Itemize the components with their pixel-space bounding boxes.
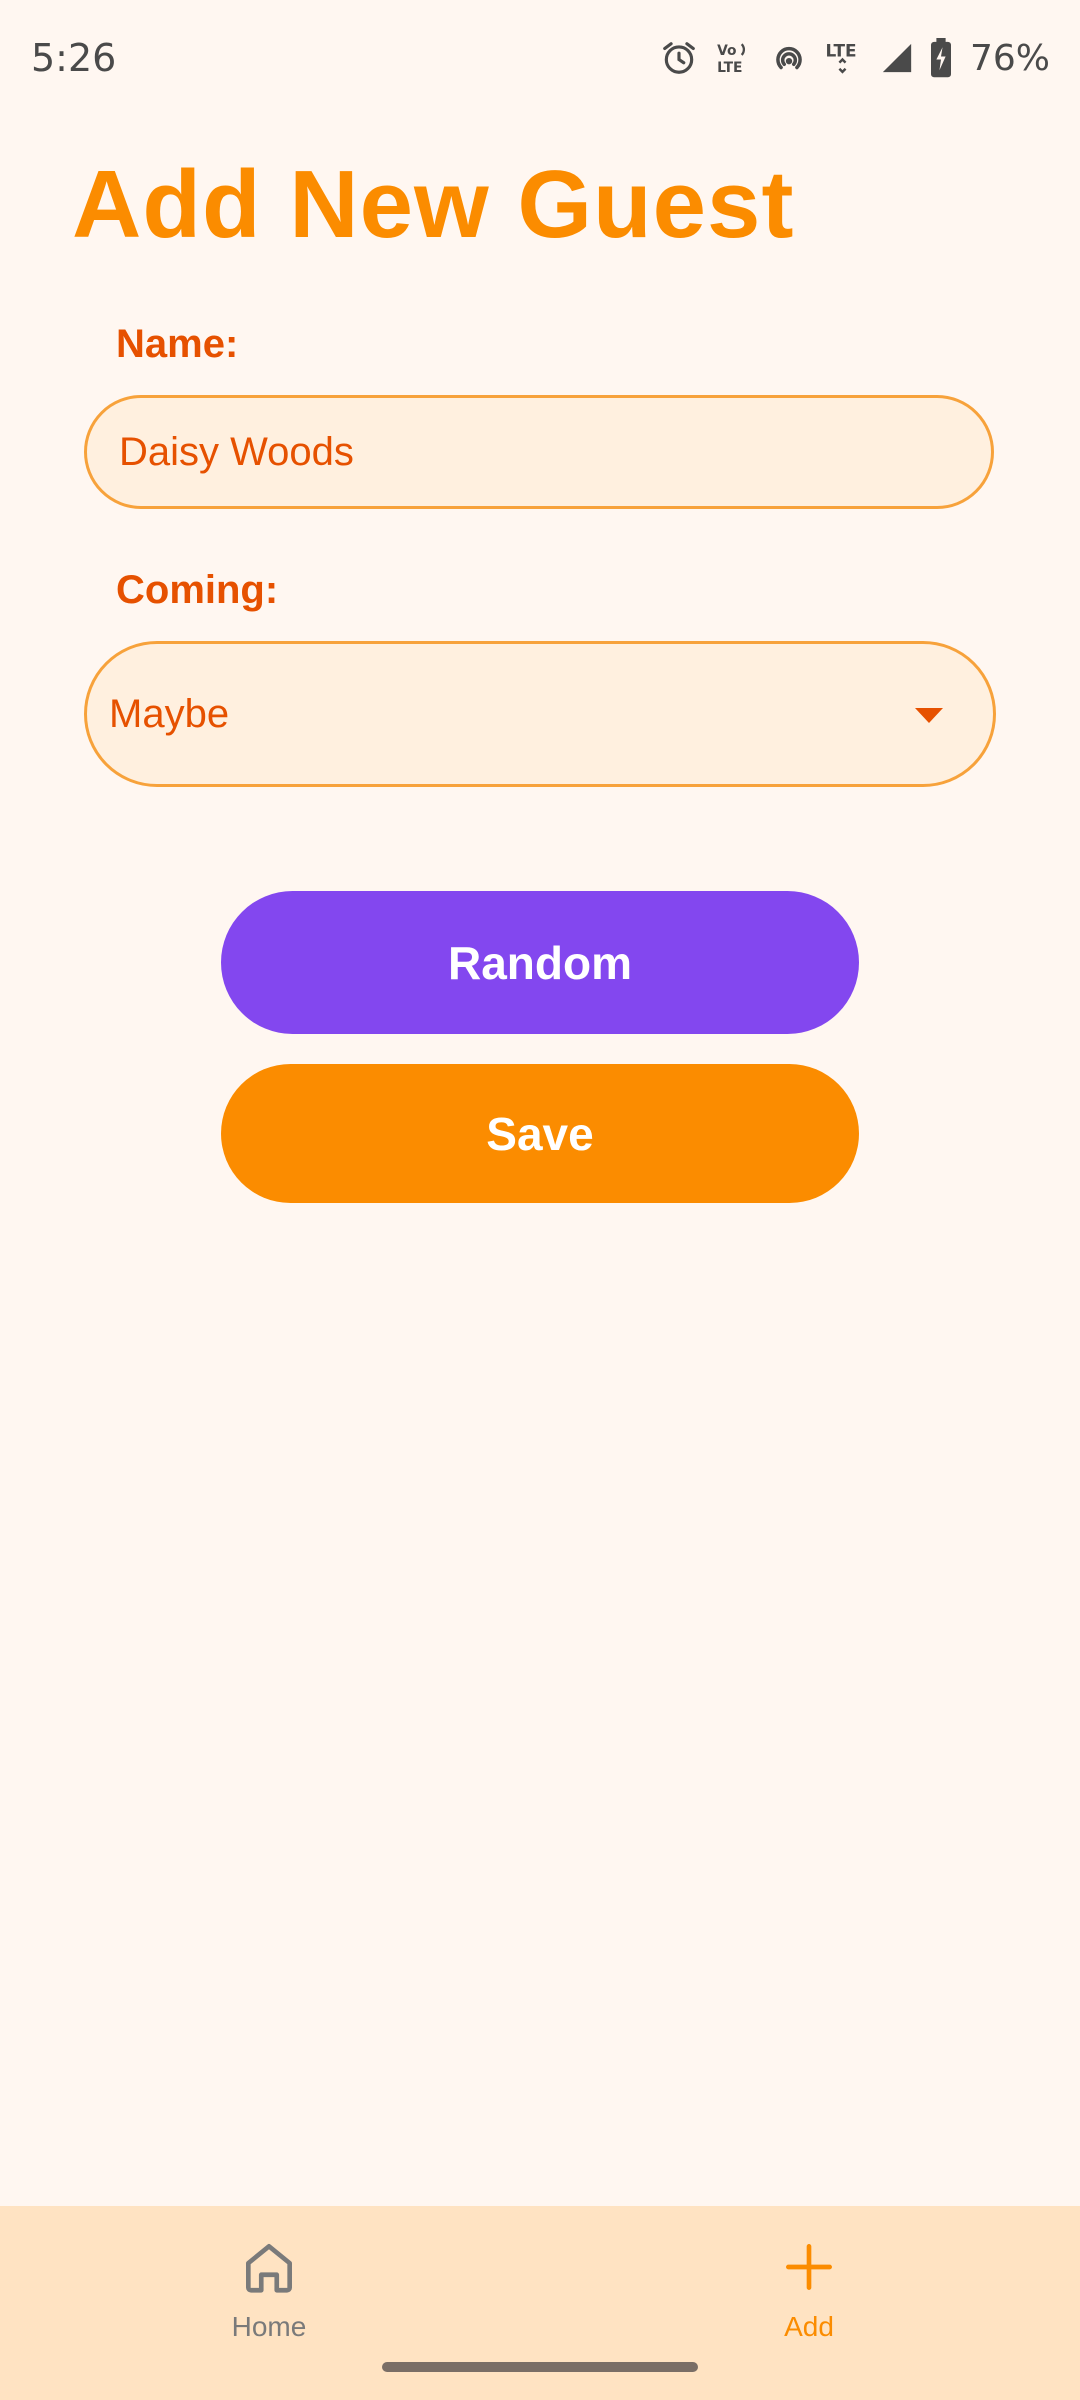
- status-icons: Vo LTE LTE 76%: [660, 34, 1050, 82]
- svg-text:Vo: Vo: [717, 43, 736, 59]
- status-bar: 5:26 Vo LTE LTE 76%: [0, 0, 1080, 110]
- plus-icon: [778, 2236, 840, 2303]
- battery-percent: 76%: [969, 37, 1050, 79]
- random-button[interactable]: Random: [221, 891, 859, 1034]
- status-time: 5:26: [31, 36, 117, 80]
- home-icon: [238, 2236, 300, 2303]
- signal-icon: [880, 41, 914, 75]
- nav-item-add[interactable]: Add: [709, 2236, 909, 2343]
- name-label: Name:: [116, 322, 239, 366]
- page-title: Add New Guest: [72, 151, 795, 258]
- battery-charging-icon: [930, 38, 952, 78]
- alarm-icon: [660, 39, 698, 77]
- svg-text:LTE: LTE: [717, 60, 742, 76]
- coming-selected-value: Maybe: [109, 691, 230, 736]
- nav-label-home: Home: [231, 2311, 307, 2342]
- volte-icon: Vo LTE: [714, 39, 754, 77]
- hotspot-icon: [770, 39, 808, 77]
- lte-icon: LTE: [824, 38, 864, 78]
- coming-dropdown[interactable]: Maybe: [84, 641, 996, 787]
- save-button[interactable]: Save: [221, 1064, 859, 1203]
- dropdown-caret-icon: [915, 708, 943, 723]
- svg-text:LTE: LTE: [826, 40, 857, 60]
- coming-label: Coming:: [116, 568, 279, 612]
- nav-item-home[interactable]: Home: [169, 2236, 369, 2343]
- gesture-home-indicator[interactable]: [382, 2362, 698, 2372]
- nav-label-add: Add: [784, 2311, 834, 2342]
- name-input[interactable]: [84, 395, 994, 509]
